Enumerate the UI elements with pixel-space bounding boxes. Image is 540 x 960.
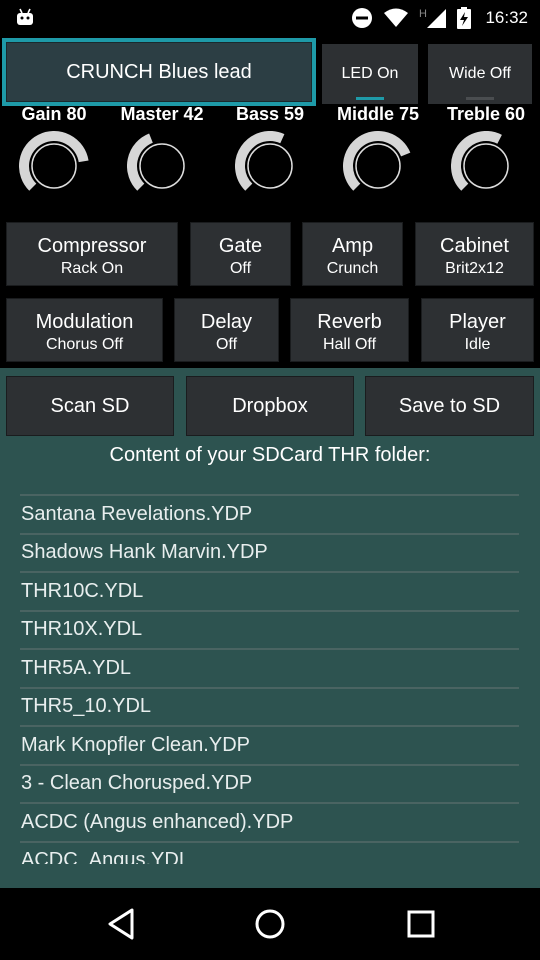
wide-toggle-label: Wide Off bbox=[449, 65, 511, 82]
fx-name: Reverb bbox=[317, 311, 382, 333]
amp-controls-panel: CRUNCH Blues lead LED On Wide Off Gain 8… bbox=[0, 36, 540, 368]
fx-value: Crunch bbox=[326, 260, 379, 277]
knob-bass-label: Bass 59 bbox=[235, 104, 305, 124]
wide-toggle-button[interactable]: Wide Off bbox=[428, 44, 532, 104]
wifi-icon bbox=[384, 8, 409, 27]
led-toggle-indicator bbox=[356, 97, 384, 100]
fx-value: Idle bbox=[464, 336, 491, 353]
fx-value: Off bbox=[229, 260, 252, 277]
knob-gain-label: Gain 80 bbox=[21, 104, 87, 124]
list-item[interactable]: Shadows Hank Marvin.YDP bbox=[20, 535, 519, 573]
knob-master-label: Master 42 bbox=[120, 104, 204, 124]
status-bar: H 16:32 bbox=[0, 0, 540, 36]
back-icon[interactable] bbox=[104, 906, 138, 942]
fx-value: Brit2x12 bbox=[445, 260, 504, 277]
knob-gain[interactable]: Gain 80 bbox=[0, 104, 108, 201]
cabinet-button[interactable]: Cabinet Brit2x12 bbox=[415, 222, 534, 286]
android-robot-icon bbox=[17, 8, 33, 25]
list-item[interactable]: THR5A.YDL bbox=[20, 650, 519, 689]
sd-card-panel: Scan SD Dropbox Save to SD Content of yo… bbox=[0, 368, 540, 888]
modulation-button[interactable]: Modulation Chorus Off bbox=[6, 298, 163, 362]
list-item[interactable]: THR5_10.YDL bbox=[20, 689, 519, 727]
fx-name: Delay bbox=[200, 311, 253, 333]
list-item[interactable]: THR10C.YDL bbox=[20, 573, 519, 612]
led-toggle-button[interactable]: LED On bbox=[322, 44, 418, 104]
knob-gain-dial[interactable] bbox=[19, 131, 89, 201]
knob-treble-dial[interactable] bbox=[451, 131, 521, 201]
fx-name: Cabinet bbox=[440, 235, 509, 257]
signal-icon: H bbox=[419, 8, 447, 28]
knob-middle-dial[interactable] bbox=[343, 131, 413, 201]
battery-charging-icon bbox=[457, 7, 472, 29]
compressor-button[interactable]: Compressor Rack On bbox=[6, 222, 178, 286]
wide-toggle-indicator bbox=[466, 97, 494, 100]
gate-button[interactable]: Gate Off bbox=[190, 222, 291, 286]
fx-name: Amp bbox=[331, 235, 374, 257]
recents-icon[interactable] bbox=[404, 906, 438, 942]
knob-middle-label: Middle 75 bbox=[336, 104, 420, 124]
list-item[interactable]: THR10X.YDL bbox=[20, 612, 519, 650]
knob-middle[interactable]: Middle 75 bbox=[324, 104, 432, 201]
fx-name: Gate bbox=[218, 235, 263, 257]
fx-value: Rack On bbox=[60, 260, 124, 277]
fx-name: Compressor bbox=[37, 235, 147, 257]
do-not-disturb-icon bbox=[352, 8, 373, 28]
clock: 16:32 bbox=[485, 8, 528, 27]
delay-button[interactable]: Delay Off bbox=[174, 298, 279, 362]
player-button[interactable]: Player Idle bbox=[421, 298, 534, 362]
navigation-bar bbox=[0, 888, 540, 960]
list-item[interactable]: ACDC_Angus.YDL bbox=[20, 843, 519, 864]
list-item[interactable]: ACDC (Angus enhanced).YDP bbox=[20, 804, 519, 843]
knob-master-dial[interactable] bbox=[127, 131, 197, 201]
list-item[interactable]: Mark Knopfler Clean.YDP bbox=[20, 727, 519, 766]
led-toggle-label: LED On bbox=[341, 65, 399, 82]
folder-title: Content of your SDCard THR folder: bbox=[109, 444, 431, 466]
reverb-button[interactable]: Reverb Hall Off bbox=[290, 298, 409, 362]
fx-name: Modulation bbox=[35, 311, 134, 333]
knob-bass[interactable]: Bass 59 bbox=[216, 104, 324, 201]
fx-value: Off bbox=[215, 336, 238, 353]
file-list[interactable]: Santana Revelations.YDP Shadows Hank Mar… bbox=[20, 494, 519, 864]
save-to-sd-button[interactable]: Save to SD bbox=[365, 376, 534, 436]
knob-treble[interactable]: Treble 60 bbox=[432, 104, 540, 201]
amp-button[interactable]: Amp Crunch bbox=[302, 222, 403, 286]
list-item[interactable]: 3 - Clean Chorusped.YDP bbox=[20, 766, 519, 804]
network-letter: H bbox=[419, 8, 427, 20]
fx-name: Player bbox=[449, 311, 506, 333]
fx-value: Chorus Off bbox=[45, 336, 124, 353]
knob-treble-label: Treble 60 bbox=[446, 104, 526, 124]
knob-master[interactable]: Master 42 bbox=[108, 104, 216, 201]
preset-button[interactable]: CRUNCH Blues lead bbox=[2, 38, 316, 106]
preset-label: CRUNCH Blues lead bbox=[6, 42, 312, 102]
knob-bass-dial[interactable] bbox=[235, 131, 305, 201]
home-icon[interactable] bbox=[253, 906, 287, 942]
fx-value: Hall Off bbox=[322, 336, 377, 353]
dropbox-button[interactable]: Dropbox bbox=[186, 376, 354, 436]
list-item[interactable]: Santana Revelations.YDP bbox=[20, 496, 519, 535]
scan-sd-button[interactable]: Scan SD bbox=[6, 376, 174, 436]
